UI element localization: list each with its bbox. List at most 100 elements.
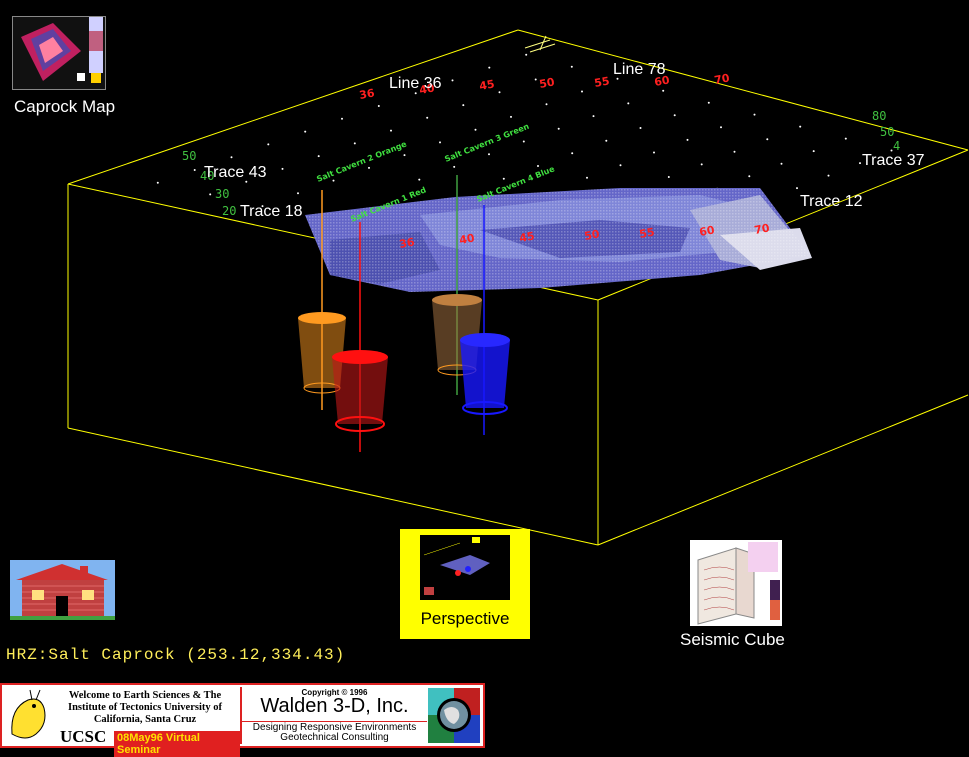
grid-dot bbox=[474, 128, 477, 131]
grid-dot bbox=[414, 92, 417, 95]
grid-dot bbox=[426, 116, 429, 119]
ucsc-panel: Welcome to Earth Sciences & The Institut… bbox=[6, 688, 240, 757]
line-label: Line 36 bbox=[389, 75, 442, 92]
grid-dot bbox=[616, 77, 619, 80]
grid-dot bbox=[753, 113, 756, 116]
company-name: Walden 3-D, Inc. bbox=[260, 695, 409, 717]
perspective-label: Perspective bbox=[420, 609, 510, 628]
grid-dot bbox=[799, 125, 802, 128]
grid-dot bbox=[502, 177, 505, 180]
svg-text:70: 70 bbox=[753, 221, 771, 237]
svg-text:40: 40 bbox=[458, 231, 476, 247]
axis-tick-left: 20 bbox=[222, 204, 236, 218]
seismic-cube-thumbnail[interactable] bbox=[690, 540, 782, 626]
svg-text:45: 45 bbox=[478, 77, 495, 92]
grid-dot bbox=[707, 101, 710, 104]
svg-text:55: 55 bbox=[638, 225, 655, 240]
seminar-badge: 08May96 Virtual Seminar bbox=[114, 731, 240, 757]
axis-tick-right: 4 bbox=[893, 139, 900, 153]
grid-dot bbox=[733, 150, 736, 153]
svg-text:50: 50 bbox=[538, 75, 556, 91]
grid-dot bbox=[439, 141, 441, 144]
grid-dot bbox=[859, 162, 861, 165]
grid-dot bbox=[209, 193, 212, 196]
axis-tick-left: 30 bbox=[215, 187, 229, 201]
svg-text:36: 36 bbox=[358, 86, 376, 102]
grid-dot bbox=[537, 165, 539, 167]
grid-dot bbox=[557, 127, 560, 130]
svg-text:36: 36 bbox=[398, 235, 416, 251]
grid-dot bbox=[488, 66, 491, 69]
axis-tick-left: 50 bbox=[182, 149, 196, 163]
well-label-green: Salt Cavern 3 Green bbox=[443, 122, 530, 164]
grid-dot bbox=[390, 129, 392, 132]
grid-dot bbox=[451, 79, 454, 82]
grid-dot bbox=[488, 153, 490, 156]
svg-text:70: 70 bbox=[713, 71, 731, 87]
grid-dot bbox=[667, 176, 670, 178]
grid-dot bbox=[720, 126, 722, 129]
horizon-status-readout: HRZ:Salt Caprock (253.12,334.43) bbox=[6, 646, 346, 664]
perspective-button[interactable]: Perspective bbox=[400, 529, 530, 639]
axis-tick-right: 80 bbox=[872, 109, 886, 123]
trace-label: Trace 43 bbox=[204, 164, 267, 181]
svg-text:45: 45 bbox=[518, 229, 535, 244]
grid-dot bbox=[304, 130, 307, 133]
grid-dot bbox=[534, 78, 537, 81]
ucsc-text: UCSC bbox=[60, 727, 107, 746]
caprock-map-icon bbox=[21, 17, 103, 83]
credits-banner[interactable]: Welcome to Earth Sciences & The Institut… bbox=[0, 683, 485, 757]
grid-dot bbox=[230, 156, 233, 159]
grid-dot bbox=[571, 152, 574, 155]
axis-numbers-left: 50 40 30 20 bbox=[182, 149, 236, 218]
grid-dot bbox=[605, 139, 608, 142]
seismic-cube-label[interactable]: Seismic Cube bbox=[680, 630, 785, 650]
grid-dot bbox=[297, 192, 299, 195]
grid-dot bbox=[686, 138, 689, 141]
caprock-map-label[interactable]: Caprock Map bbox=[14, 97, 115, 117]
svg-text:60: 60 bbox=[698, 223, 716, 239]
grid-dot bbox=[627, 102, 630, 105]
grid-dot bbox=[700, 163, 703, 166]
grid-dot bbox=[570, 65, 573, 68]
grid-dot bbox=[844, 137, 847, 140]
home-icon[interactable] bbox=[10, 560, 115, 620]
tagline-2: Geotechnical Consulting bbox=[280, 732, 389, 743]
line-label: Line 78 bbox=[613, 61, 666, 78]
grid-dot bbox=[332, 179, 335, 182]
trace-label: Trace 12 bbox=[800, 193, 863, 210]
axis-tick-right: 50 bbox=[880, 125, 894, 139]
grid-dot bbox=[462, 104, 465, 107]
grid-dot bbox=[586, 176, 588, 179]
grid-dot bbox=[498, 91, 501, 94]
grid-dot bbox=[662, 89, 665, 92]
grid-dot bbox=[673, 114, 676, 117]
grid-dot bbox=[353, 142, 356, 145]
trace-label: Trace 18 bbox=[240, 203, 303, 220]
grid-dot bbox=[812, 150, 815, 153]
svg-text:55: 55 bbox=[593, 74, 610, 89]
grid-dot bbox=[317, 155, 320, 158]
grid-dot bbox=[748, 175, 751, 178]
trace-label: Trace 37 bbox=[862, 152, 925, 169]
salt-cavern-blue bbox=[460, 333, 510, 415]
grid-dot bbox=[581, 90, 583, 93]
svg-text:50: 50 bbox=[583, 227, 601, 243]
grid-dot bbox=[403, 154, 406, 157]
grid-dot bbox=[156, 181, 159, 184]
perspective-thumbnail bbox=[420, 535, 510, 600]
grid-dot bbox=[545, 103, 548, 106]
grid-dot bbox=[525, 53, 528, 56]
banana-slug-logo-icon bbox=[11, 689, 46, 739]
grid-dot bbox=[368, 166, 370, 169]
grid-dot bbox=[639, 127, 642, 129]
grid-dot bbox=[592, 115, 595, 118]
well-label-orange: Salt Cavern 2 Orange bbox=[315, 139, 408, 184]
globe-logo-icon bbox=[428, 688, 480, 743]
grid-dot bbox=[510, 115, 512, 118]
grid-dot bbox=[245, 180, 248, 183]
caprock-map-thumbnail[interactable] bbox=[12, 16, 106, 90]
grid-dot bbox=[827, 174, 830, 177]
grid-dot bbox=[766, 138, 769, 141]
grid-dot bbox=[619, 164, 622, 167]
